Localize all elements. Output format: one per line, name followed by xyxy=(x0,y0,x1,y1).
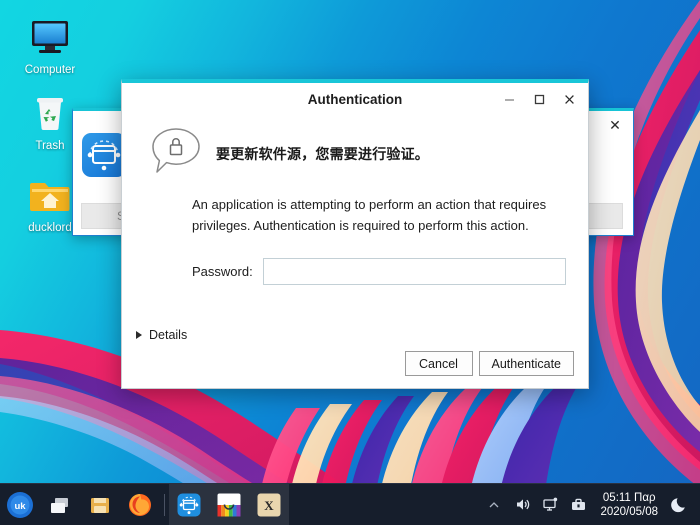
software-sources-icon xyxy=(177,493,201,516)
running-app-x[interactable]: X xyxy=(249,483,289,525)
trash-icon xyxy=(27,90,73,136)
app-store-icon xyxy=(217,493,241,516)
software-sources-icon xyxy=(82,133,126,177)
maximize-icon[interactable] xyxy=(524,87,554,113)
dialog-title: Authentication xyxy=(307,92,403,107)
computer-icon xyxy=(27,14,73,60)
show-desktop-icon xyxy=(51,497,68,513)
password-row: Password: xyxy=(192,258,566,286)
minimize-icon[interactable] xyxy=(494,87,524,113)
running-app-software-sources[interactable] xyxy=(169,483,209,525)
home-folder-icon xyxy=(27,172,73,218)
start-menu-icon: uk xyxy=(7,491,33,518)
desktop-icon-computer[interactable]: Computer xyxy=(2,14,98,76)
authentication-dialog[interactable]: Authentication 要更新软件源，您需要进行验证。 An applic… xyxy=(121,79,589,389)
svg-text:X: X xyxy=(264,498,274,513)
desktop-icon-label: ducklord xyxy=(28,222,72,234)
x-app-icon: X xyxy=(257,493,281,516)
desktop-icon-label: Trash xyxy=(35,140,65,152)
chevron-up-icon[interactable] xyxy=(480,484,508,525)
details-disclosure[interactable]: Details xyxy=(136,328,187,342)
clock[interactable]: 05:11 Παρ 2020/05/08 xyxy=(592,491,666,519)
taskbar-launchers: uk X xyxy=(0,483,289,525)
dialog-titlebar[interactable]: Authentication xyxy=(122,83,588,116)
taskbar[interactable]: uk X 05:11 Παρ 2020/05/08 xyxy=(0,483,700,525)
running-app-store[interactable] xyxy=(209,483,249,525)
details-label: Details xyxy=(149,328,188,342)
show-desktop-button[interactable] xyxy=(40,484,80,525)
chevron-right-icon xyxy=(136,331,142,339)
system-tray: 05:11 Παρ 2020/05/08 xyxy=(480,484,700,525)
network-display-icon[interactable] xyxy=(536,484,564,525)
password-input[interactable] xyxy=(262,258,566,286)
toolbox-icon[interactable] xyxy=(564,484,592,525)
lock-speech-bubble-icon xyxy=(148,124,204,180)
volume-icon[interactable] xyxy=(508,484,536,525)
cancel-button[interactable]: Cancel xyxy=(404,351,473,376)
authenticate-button[interactable]: Authenticate xyxy=(478,351,574,376)
window-controls xyxy=(494,83,584,116)
clock-date: 2020/05/08 xyxy=(600,505,658,518)
dialog-button-row: Cancel Authenticate xyxy=(404,351,574,376)
file-manager-button[interactable] xyxy=(80,484,120,525)
moon-icon[interactable] xyxy=(666,484,694,525)
close-icon[interactable]: ✕ xyxy=(607,117,623,133)
close-icon[interactable] xyxy=(554,87,584,113)
desktop-background[interactable]: Computer Trash ducklord ✕ Authentication… xyxy=(0,0,700,525)
desktop-icon-label: Computer xyxy=(24,64,76,76)
firefox-icon xyxy=(129,493,151,516)
svg-text:uk: uk xyxy=(14,501,26,512)
dialog-header-row: 要更新软件源，您需要进行验证。 xyxy=(144,124,566,180)
dialog-body-text: An application is attempting to perform … xyxy=(192,197,547,234)
file-manager-icon xyxy=(91,497,109,513)
clock-time: 05:11 Παρ xyxy=(602,491,656,504)
dialog-body: 要更新软件源，您需要进行验证。 An application is attemp… xyxy=(122,116,588,388)
dialog-headline: 要更新软件源，您需要进行验证。 xyxy=(216,146,429,162)
password-label: Password: xyxy=(192,264,253,280)
start-menu-button[interactable]: uk xyxy=(0,484,40,525)
taskbar-separator xyxy=(164,493,165,516)
firefox-button[interactable] xyxy=(120,484,160,525)
